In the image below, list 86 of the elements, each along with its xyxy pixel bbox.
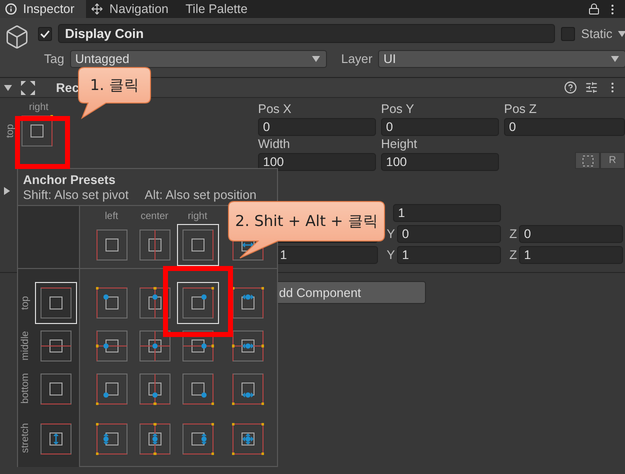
help-icon[interactable] [564,81,577,94]
cube-icon[interactable] [4,24,30,50]
anchor-icon [138,229,170,261]
static-checkbox[interactable] [561,26,576,40]
highlight-frame [163,266,233,337]
name-field[interactable]: Display Coin [58,24,556,43]
blueprint-button[interactable] [575,152,600,169]
field-label: Width [258,137,291,152]
column-label: right [188,211,208,223]
layer-label: Layer [341,52,372,66]
anchor-icon [232,422,264,454]
field-label: Pos X [258,102,292,117]
hint-text: Alt: Also set position [144,188,256,202]
row-label: middle [20,330,31,360]
anchor-icon [138,286,170,318]
tag-dropdown[interactable]: Untagged [70,50,328,68]
layer-dropdown[interactable]: UI [378,50,625,68]
caret-icon [618,30,625,38]
anchor-icon [232,372,264,404]
anchor-icon [21,115,53,147]
number-field[interactable]: 0 [381,118,499,136]
number-field[interactable]: 0 [397,225,501,243]
highlight-frame [15,116,70,169]
number-field[interactable]: 1 [393,204,501,222]
column-label: left [104,211,118,223]
anchor-icon [182,422,214,454]
number-field[interactable]: 100 [258,153,376,171]
anchor-preset-button[interactable] [176,282,218,324]
field-label: Pos Z [504,102,538,117]
panel-tab[interactable]: Inspector [0,0,86,18]
row-label: stretch [20,423,31,454]
anchor-button[interactable] [19,113,55,149]
anchor-icon [138,422,170,454]
field-label: Height [381,137,418,152]
anchor-icon [182,330,214,362]
hint-text: Shift: Also set pivot [23,188,129,202]
field-label: Pos Y [381,102,416,117]
anchor-icon [96,229,128,261]
anchor-icon [138,330,170,362]
callout-tooltip: 1. 클릭 [78,67,151,120]
anchor-icon [96,372,128,404]
anchor-icon [40,372,72,404]
column-label: center [140,211,168,223]
caret-icon [312,54,320,62]
number-field[interactable]: 0 [504,118,625,136]
active-checkbox[interactable] [38,26,52,40]
anchor-preset-button[interactable] [35,282,77,324]
row-label: bottom [20,373,31,404]
anchor-icon [40,422,72,454]
move-icon [91,3,104,15]
info-icon [5,3,17,15]
anchor-icon [182,372,214,404]
static-label: Static [581,26,612,40]
lock-icon[interactable] [588,3,600,15]
caret-icon [611,54,620,62]
anchor-icon [232,286,264,318]
anchor-icon [96,286,128,318]
number-field[interactable]: 100 [381,153,499,171]
axis-label: Z [508,227,518,241]
dotted-square-icon [582,154,594,166]
anchor-icon [182,286,214,318]
corner-arrows-icon [20,80,36,96]
axis-label: Y [386,248,396,262]
anchor-row-label: top [5,124,16,138]
tag-label: Tag [44,52,64,66]
row-label: top [20,296,31,310]
sliders-icon[interactable] [585,81,598,94]
anchor-preset-button[interactable] [176,224,218,266]
component-title: Rec [56,80,79,94]
anchor-column-label: right [29,102,50,113]
anchor-icon [138,372,170,404]
popup-title: Anchor Presets [22,172,116,187]
anchor-icon [182,229,214,261]
anchor-icon [96,330,128,362]
anchor-icon [40,330,72,362]
raw-button[interactable]: R [600,152,625,169]
number-field[interactable]: 0 [519,225,623,243]
foldout-icon [3,187,11,195]
number-field[interactable]: 1 [397,246,501,264]
anchor-icon [232,330,264,362]
anchor-icon [40,286,72,318]
number-field[interactable]: 0 [258,118,376,136]
axis-label: Y [386,227,396,241]
anchor-icon [96,422,128,454]
axis-label: Z [508,248,518,262]
number-field[interactable]: 1 [519,246,623,264]
